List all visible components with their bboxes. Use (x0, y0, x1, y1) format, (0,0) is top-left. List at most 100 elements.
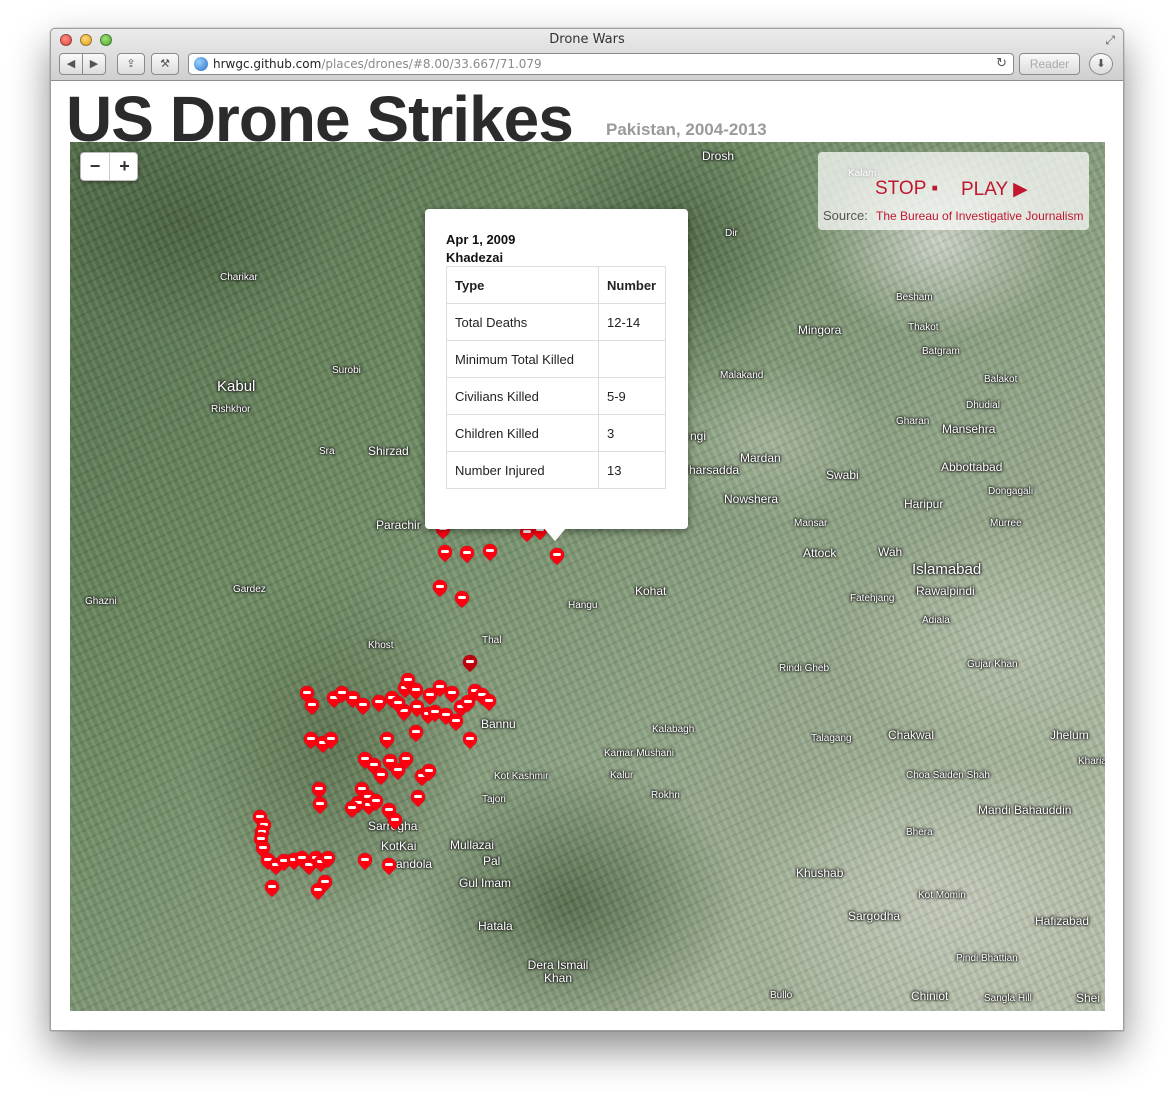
place-label: Mansar (794, 518, 828, 529)
stop-button[interactable]: STOP ▪ (875, 178, 938, 200)
place-label: Swabi (826, 468, 859, 482)
reload-icon[interactable]: ↻ (996, 54, 1007, 74)
strike-marker-icon[interactable] (320, 851, 336, 871)
table-header-row: Type Number (446, 266, 666, 304)
strike-marker-icon[interactable] (410, 790, 426, 810)
url-path: /places/drones/#8.00/33.667/71.079 (321, 57, 542, 71)
strike-marker-icon[interactable] (462, 655, 478, 675)
table-row: Children Killed 3 (446, 414, 666, 452)
place-label: Islamabad (912, 561, 982, 578)
place-label: Choa Saiden Shah (906, 770, 990, 781)
play-button[interactable]: PLAY ▶ (961, 178, 1028, 201)
strike-marker-icon[interactable] (390, 696, 406, 716)
strike-marker-icon[interactable] (344, 801, 360, 821)
wrench-icon: ⚒ (160, 58, 170, 70)
tools-button[interactable]: ⚒ (151, 53, 179, 75)
column-header: Type (446, 266, 599, 304)
place-label: Gharan (896, 416, 930, 427)
table-row: Civilians Killed 5-9 (446, 377, 666, 415)
row-number: 12-14 (598, 303, 666, 341)
place-label: Mullazai (450, 838, 495, 852)
strike-marker-icon[interactable] (387, 813, 403, 833)
strike-marker-icon[interactable] (379, 732, 395, 752)
place-label: Abbottabad (941, 460, 1003, 474)
strike-map[interactable]: DroshKalamDirCharikarBeshamMingoraThakot… (70, 142, 1105, 1011)
strike-marker-icon[interactable] (408, 725, 424, 745)
place-label: Tajori (482, 794, 506, 805)
place-label: Fatehjang (850, 593, 895, 604)
place-label: KotKai (381, 839, 417, 853)
playback-controls: STOP ▪ PLAY ▶ Source: The Bureau of Inve… (818, 152, 1089, 230)
window-title: Drone Wars (549, 32, 625, 47)
table-row: Number Injured 13 (446, 451, 666, 489)
place-label: Thakot (908, 322, 939, 333)
strike-marker-icon[interactable] (549, 548, 565, 568)
place-label: Kot Kashmir (494, 771, 549, 782)
table-row: Minimum Total Killed (446, 340, 666, 378)
strike-marker-icon[interactable] (481, 694, 497, 714)
place-label: Kalur (610, 770, 634, 781)
address-bar[interactable]: hrwgc.github.com/places/drones/#8.00/33.… (188, 53, 1014, 75)
zoom-out-button[interactable]: − (81, 153, 110, 180)
strike-marker-icon[interactable] (454, 591, 470, 611)
place-label: Shei (1076, 991, 1101, 1005)
strike-marker-icon[interactable] (323, 732, 339, 752)
downloads-button[interactable]: ⬇ (1089, 53, 1113, 75)
source-link[interactable]: The Bureau of Investigative Journalism (876, 209, 1083, 223)
place-label: Khushab (796, 866, 844, 880)
reader-button[interactable]: Reader (1019, 53, 1080, 75)
place-label: Dongagali (988, 486, 1034, 497)
fullscreen-icon[interactable]: ⤢ (1105, 33, 1115, 48)
place-label: Sra (319, 446, 335, 457)
back-button[interactable]: ◀ (59, 53, 83, 75)
place-label: Balakot (984, 374, 1018, 385)
place-label: Kamar Mushani (604, 748, 675, 759)
place-label: Kabul (217, 378, 256, 395)
strike-marker-icon[interactable] (437, 545, 453, 565)
place-label: Gardez (233, 584, 266, 595)
place-label: Sangla Hill (984, 993, 1032, 1004)
place-label: Kohat (635, 584, 667, 598)
page-content: US Drone Strikes Pakistan, 2004-2013 Dro… (51, 82, 1123, 1030)
row-type: Minimum Total Killed (446, 340, 599, 378)
row-number (598, 340, 666, 378)
strike-marker-icon[interactable] (381, 858, 397, 878)
strike-popup: Apr 1, 2009 Khadezai Type Number Total D… (425, 209, 688, 541)
strike-marker-icon[interactable] (264, 880, 280, 900)
share-button[interactable]: ⇪ (117, 53, 145, 75)
strike-marker-icon[interactable] (448, 714, 464, 734)
strike-marker-icon[interactable] (432, 580, 448, 600)
strike-marker-icon[interactable] (398, 752, 414, 772)
place-label: Attock (803, 546, 837, 560)
forward-button[interactable]: ▶ (82, 53, 106, 75)
download-icon: ⬇ (1096, 58, 1106, 70)
strike-marker-icon[interactable] (459, 546, 475, 566)
place-label: Rokhri (651, 790, 680, 801)
place-label: Mingora (798, 323, 842, 337)
place-label: Drosh (702, 149, 735, 163)
strike-marker-icon[interactable] (462, 732, 478, 752)
place-label: Kharia (1078, 756, 1105, 767)
place-label: Mansehra (942, 422, 996, 436)
place-label: Parachir (376, 518, 421, 532)
place-label: Bannu (481, 717, 516, 731)
place-label: Sargodha (848, 909, 901, 923)
globe-icon (194, 57, 208, 71)
strike-marker-icon[interactable] (482, 544, 498, 564)
place-label: Surobi (332, 365, 361, 376)
column-header: Number (598, 266, 666, 304)
place-label: Talagang (811, 733, 852, 744)
strike-marker-icon[interactable] (421, 764, 437, 784)
strike-marker-icon[interactable] (304, 698, 320, 718)
place-label: ngi (690, 429, 707, 443)
row-type: Number Injured (446, 451, 599, 489)
place-label: andola (396, 857, 433, 871)
zoom-in-button[interactable]: + (110, 153, 139, 180)
strike-marker-icon[interactable] (312, 797, 328, 817)
place-label: Kalabagh (652, 724, 695, 735)
place-label: Thal (482, 635, 502, 646)
strike-marker-icon[interactable] (357, 853, 373, 873)
strike-marker-icon[interactable] (355, 698, 371, 718)
place-label: Jhelum (1050, 728, 1089, 742)
strike-marker-icon[interactable] (317, 875, 333, 895)
